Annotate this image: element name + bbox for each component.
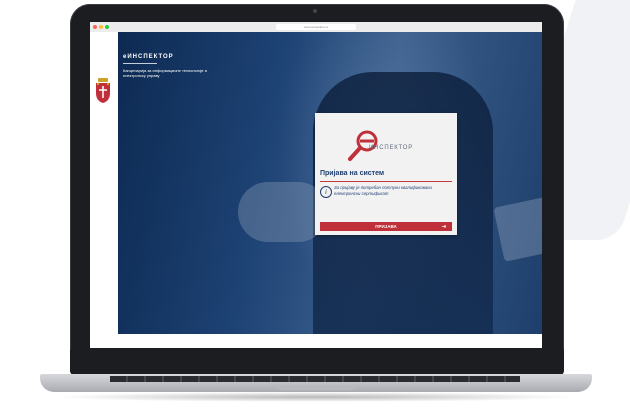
brand-divider: [123, 63, 157, 64]
brand-header: еИНСПЕКТОР Канцеларија за информационе т…: [123, 54, 213, 78]
login-title: Пријава на систем: [320, 170, 385, 177]
camera-icon: [313, 9, 317, 13]
sign-in-icon: ⇥: [441, 224, 446, 230]
laptop-shadow: [50, 392, 580, 402]
laptop-bezel: [70, 350, 564, 376]
page-footer: [118, 334, 542, 348]
left-sidebar: [90, 32, 118, 348]
login-divider: [320, 181, 452, 182]
login-button-label: ПРИЈАВА: [375, 224, 397, 229]
laptop-notch: [276, 385, 356, 390]
info-icon: i: [320, 186, 332, 198]
laptop-mockup: www.einspektor.rs еИНСПЕКТОР Канцеларија…: [0, 0, 630, 414]
address-bar[interactable]: www.einspektor.rs: [276, 24, 356, 30]
close-window-icon[interactable]: [93, 25, 97, 29]
maximize-window-icon[interactable]: [105, 25, 109, 29]
laptop-keyboard: [110, 376, 520, 382]
login-button[interactable]: ПРИЈАВА ⇥: [320, 222, 452, 231]
hero-tablet: [493, 187, 542, 262]
info-text: За пријаву је потребан потпуни квалифико…: [334, 185, 432, 196]
logo-text: ИНСПЕКТОР: [369, 145, 414, 151]
minimize-window-icon[interactable]: [99, 25, 103, 29]
serbia-coat-of-arms-icon: [96, 78, 110, 103]
login-panel: ИНСПЕКТОР Пријава на систем i За пријаву…: [315, 113, 457, 235]
brand-subtitle: Канцеларија за информационе технологије …: [123, 68, 207, 78]
brand-title: еИНСПЕКТОР: [123, 54, 174, 60]
